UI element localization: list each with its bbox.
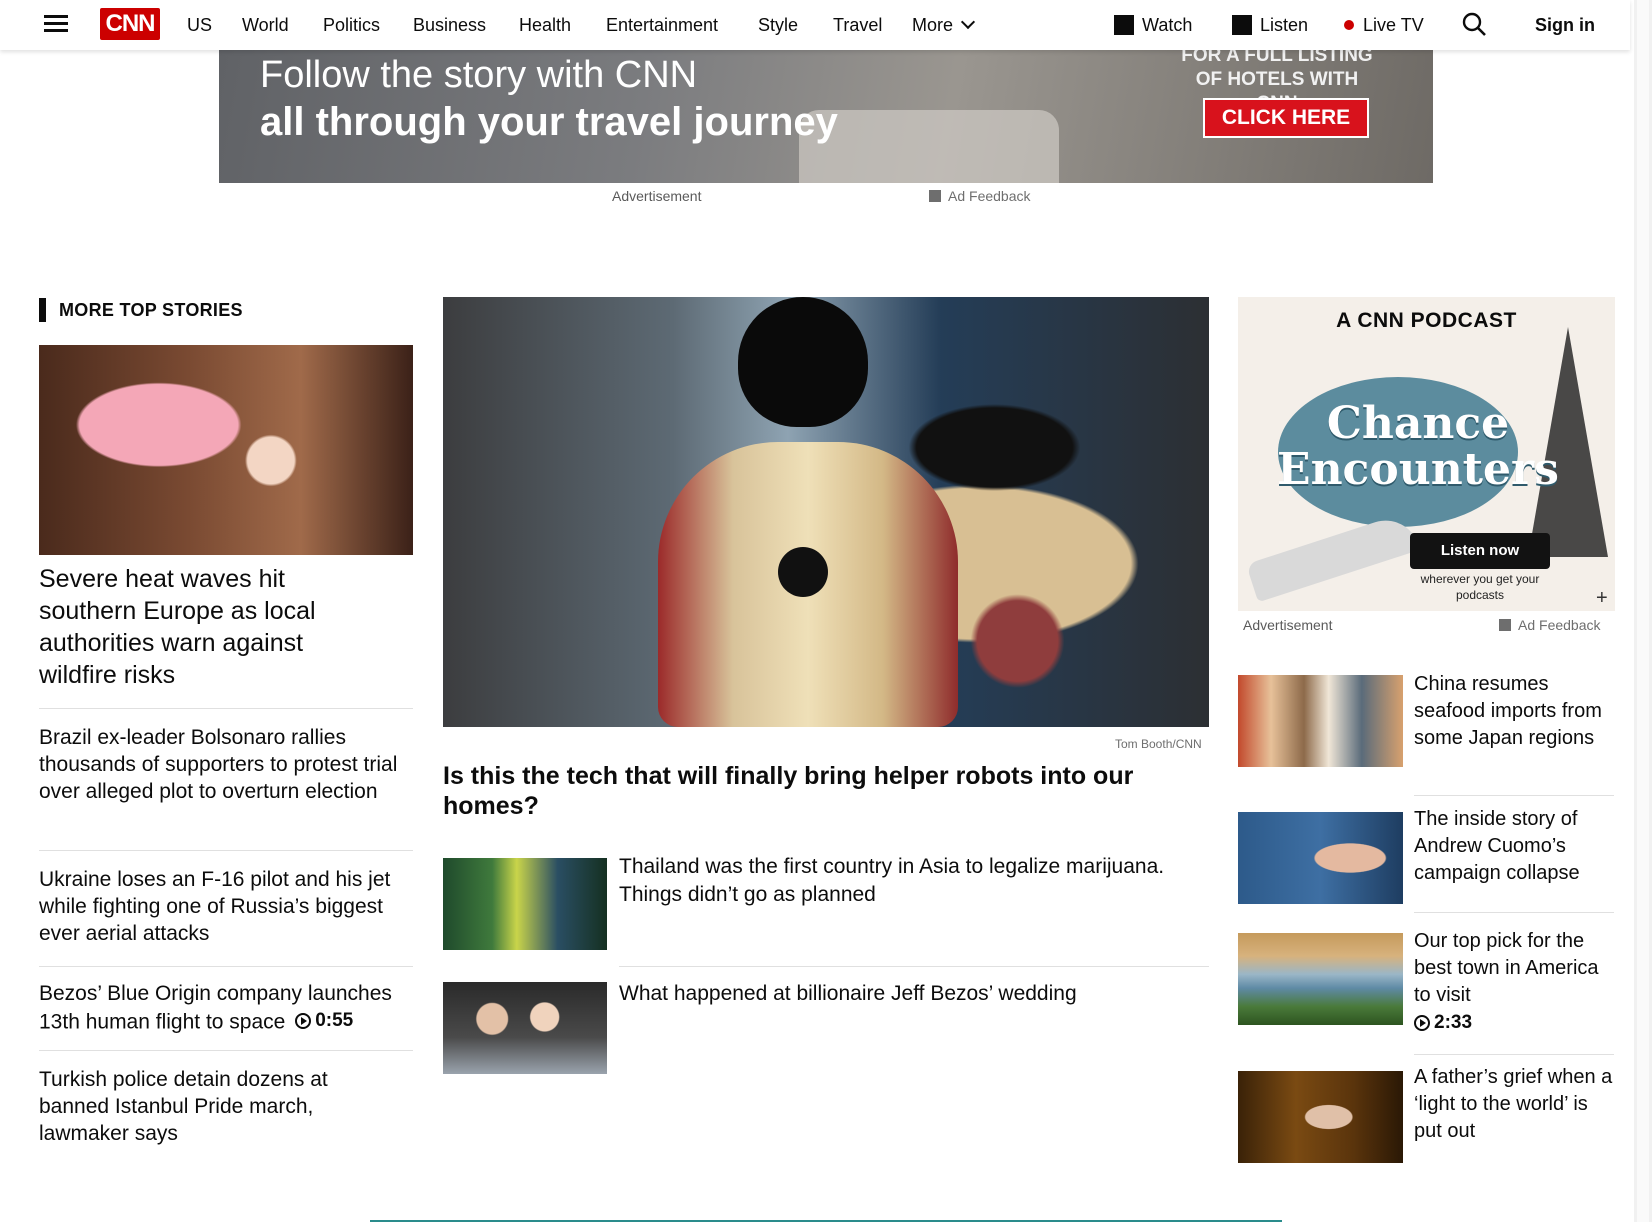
robot-photo[interactable] bbox=[443, 297, 1209, 727]
video-duration: 0:55 bbox=[315, 1010, 354, 1031]
top-advertisement-banner[interactable]: Follow the story with CNN all through yo… bbox=[219, 50, 1433, 183]
story-blue-origin[interactable]: Bezos’ Blue Origin company launches 13th… bbox=[39, 980, 419, 1036]
story-china-seafood[interactable]: China resumes seafood imports from some … bbox=[1414, 671, 1614, 752]
plus-icon[interactable]: + bbox=[1596, 587, 1608, 610]
lake-town-thumbnail[interactable] bbox=[1238, 933, 1403, 1025]
watch-label: Watch bbox=[1142, 14, 1193, 35]
menu-icon[interactable] bbox=[44, 11, 68, 35]
story-bezos-wedding[interactable]: What happened at billionaire Jeff Bezos’… bbox=[619, 980, 1209, 1008]
bezos-wedding-thumbnail[interactable] bbox=[443, 982, 607, 1074]
story-father-grief[interactable]: A father’s grief when a ‘light to the wo… bbox=[1414, 1064, 1614, 1145]
divider bbox=[1414, 1054, 1614, 1055]
play-icon bbox=[1414, 1014, 1430, 1031]
heat-wave-photo[interactable] bbox=[39, 345, 413, 555]
video-duration-badge[interactable]: 0:55 bbox=[295, 1007, 353, 1034]
listen-link[interactable]: Listen bbox=[1232, 0, 1308, 50]
ad-headline-line2: all through your travel journey bbox=[260, 100, 838, 144]
ad-feedback-link[interactable]: Ad Feedback bbox=[929, 188, 1031, 204]
advertisement-label: Advertisement bbox=[612, 188, 702, 204]
video-duration: 2:33 bbox=[1434, 1012, 1473, 1033]
nav-more-label[interactable]: More bbox=[912, 0, 953, 50]
scrollbar-thumb[interactable] bbox=[1637, 0, 1649, 1222]
robot-head bbox=[738, 297, 868, 427]
story-thailand-marijuana[interactable]: Thailand was the first country in Asia t… bbox=[619, 853, 1204, 909]
ad-feedback-label: Ad Feedback bbox=[948, 188, 1031, 204]
ad-headline-line1: Follow the story with CNN bbox=[260, 54, 698, 96]
watch-icon bbox=[1114, 15, 1134, 35]
video-duration-badge[interactable]: 2:33 bbox=[1414, 1009, 1472, 1036]
live-dot-icon bbox=[1344, 20, 1354, 30]
robot-story-headline[interactable]: Is this the tech that will finally bring… bbox=[443, 761, 1143, 821]
listen-label: Listen bbox=[1260, 14, 1309, 35]
section-nav: US World Politics Business Health Entert… bbox=[187, 0, 976, 50]
podcast-subtext: wherever you get your podcasts bbox=[1420, 572, 1540, 602]
ad-feedback-label: Ad Feedback bbox=[1518, 617, 1601, 633]
search-icon[interactable] bbox=[1460, 10, 1488, 38]
listen-now-button[interactable]: Listen now bbox=[1410, 533, 1550, 569]
advertisement-label: Advertisement bbox=[1243, 617, 1333, 633]
live-tv-label: Live TV bbox=[1363, 14, 1424, 35]
story-ukraine-f16[interactable]: Ukraine loses an F-16 pilot and his jet … bbox=[39, 866, 411, 947]
nav-health[interactable]: Health bbox=[519, 0, 579, 50]
podcast-title-line1: Chance bbox=[1326, 398, 1510, 449]
story-best-town[interactable]: Our top pick for the best town in Americ… bbox=[1414, 928, 1614, 1039]
father-grief-thumbnail[interactable] bbox=[1238, 1071, 1403, 1163]
sign-in-button[interactable]: Sign in bbox=[1518, 4, 1612, 46]
cnn-logo[interactable]: CNN bbox=[100, 8, 160, 40]
chevron-down-icon[interactable] bbox=[960, 14, 976, 30]
story-best-town-text[interactable]: Our top pick for the best town in Americ… bbox=[1414, 928, 1614, 1009]
nav-business[interactable]: Business bbox=[413, 0, 493, 50]
nav-entertainment[interactable]: Entertainment bbox=[606, 0, 731, 50]
chance-encounters-podcast-ad[interactable]: A CNN PODCAST Chance Encounters Listen n… bbox=[1238, 297, 1615, 611]
podcast-title: Chance Encounters bbox=[1268, 401, 1568, 493]
ad-image-sofa bbox=[799, 110, 1059, 183]
seafood-market-thumbnail[interactable] bbox=[1238, 675, 1403, 767]
top-navigation-bar: CNN US World Politics Business Health En… bbox=[0, 0, 1630, 50]
nav-travel[interactable]: Travel bbox=[833, 0, 885, 50]
divider bbox=[39, 1050, 413, 1051]
divider bbox=[1414, 912, 1614, 913]
story-istanbul-pride[interactable]: Turkish police detain dozens at banned I… bbox=[39, 1066, 354, 1147]
robot-chest-eye bbox=[778, 547, 828, 597]
feedback-icon bbox=[1499, 619, 1511, 631]
divider bbox=[39, 850, 413, 851]
nav-us[interactable]: US bbox=[187, 0, 212, 50]
lead-story-headline[interactable]: Severe heat waves hit southern Europe as… bbox=[39, 563, 344, 691]
play-icon bbox=[295, 1012, 312, 1029]
nav-world[interactable]: World bbox=[242, 0, 292, 50]
ad-feedback-link[interactable]: Ad Feedback bbox=[1499, 617, 1601, 633]
story-cuomo-campaign[interactable]: The inside story of Andrew Cuomo’s campa… bbox=[1414, 806, 1614, 887]
photo-credit: Tom Booth/CNN bbox=[1115, 737, 1202, 751]
feedback-icon bbox=[929, 190, 941, 202]
divider bbox=[619, 966, 1209, 967]
thailand-thumbnail[interactable] bbox=[443, 858, 607, 950]
nav-politics[interactable]: Politics bbox=[323, 0, 387, 50]
ad-click-here-button[interactable]: CLICK HERE bbox=[1203, 98, 1369, 138]
watch-link[interactable]: Watch bbox=[1114, 0, 1192, 50]
podcast-brand: A CNN PODCAST bbox=[1336, 309, 1517, 332]
more-top-stories-heading: MORE TOP STORIES bbox=[39, 298, 243, 322]
airplane-art bbox=[1245, 511, 1421, 603]
nav-more[interactable]: More bbox=[912, 0, 976, 50]
listen-icon bbox=[1232, 15, 1252, 35]
divider bbox=[1414, 795, 1614, 796]
story-bolsonaro[interactable]: Brazil ex-leader Bolsonaro rallies thous… bbox=[39, 724, 404, 805]
divider bbox=[39, 966, 413, 967]
divider bbox=[39, 708, 413, 709]
nav-style[interactable]: Style bbox=[758, 0, 803, 50]
cuomo-thumbnail[interactable] bbox=[1238, 812, 1403, 904]
podcast-title-line2: Encounters bbox=[1277, 444, 1559, 495]
live-tv-link[interactable]: Live TV bbox=[1344, 0, 1424, 50]
